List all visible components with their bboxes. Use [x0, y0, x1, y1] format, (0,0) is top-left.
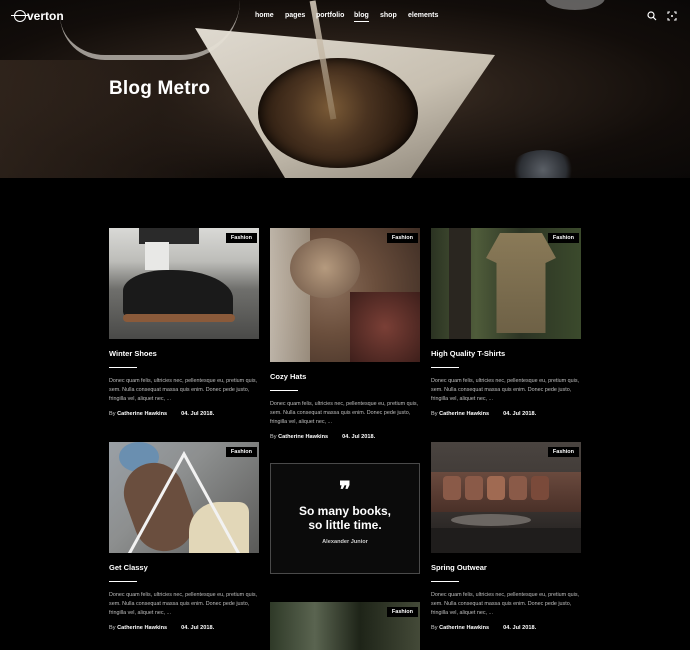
nav-portfolio[interactable]: portfolio [316, 12, 344, 19]
post-card[interactable]: Fashion Get Classy Donec quam felis, ult… [109, 442, 259, 631]
post-meta: By Catherine Hawkins 04. Jul 2018. [109, 411, 215, 418]
post-image[interactable]: Fashion [431, 442, 581, 553]
divider [109, 367, 137, 368]
hero-glass [510, 150, 576, 178]
post-author[interactable]: Catherine Hawkins [439, 411, 489, 417]
category-badge[interactable]: Fashion [386, 607, 418, 617]
nav-home[interactable]: home [255, 12, 274, 19]
triangle-graphic [127, 450, 241, 553]
quote-card: ❞ So many books, so little time. Alexand… [270, 463, 420, 574]
nav-blog[interactable]: blog [354, 12, 369, 22]
post-date[interactable]: 04. Jul 2018. [503, 625, 536, 631]
site-logo[interactable]: verton [11, 9, 64, 23]
post-date[interactable]: 04. Jul 2018. [342, 434, 375, 440]
category-badge[interactable]: Fashion [225, 233, 257, 243]
post-image[interactable]: Fashion [109, 442, 259, 553]
divider [431, 581, 459, 582]
post-excerpt: Donec quam felis, ultricies nec, pellent… [109, 592, 258, 616]
post-author[interactable]: Catherine Hawkins [117, 625, 167, 631]
category-badge[interactable]: Fashion [547, 447, 579, 457]
post-author[interactable]: Catherine Hawkins [278, 434, 328, 440]
post-image[interactable]: Fashion [270, 228, 420, 362]
nav-elements[interactable]: elements [408, 12, 438, 19]
post-date[interactable]: 04. Jul 2018. [503, 411, 536, 417]
expand-icon[interactable] [667, 11, 677, 21]
post-title[interactable]: Winter Shoes [109, 349, 259, 358]
nav-shop[interactable]: shop [380, 12, 397, 19]
hero-banner: Blog Metro [0, 0, 690, 178]
nav-pages[interactable]: pages [285, 12, 305, 19]
post-author[interactable]: Catherine Hawkins [117, 411, 167, 417]
quote-icon: ❞ [339, 477, 351, 503]
divider [270, 390, 298, 391]
post-author[interactable]: Catherine Hawkins [439, 625, 489, 631]
quote-author: Alexander Junior [322, 539, 368, 545]
page-title: Blog Metro [109, 78, 211, 99]
search-icon[interactable] [647, 11, 657, 21]
post-title[interactable]: Cozy Hats [270, 372, 420, 381]
post-card[interactable]: Fashion Winter Shoes Donec quam felis, u… [109, 228, 259, 417]
logo-o-icon [11, 10, 29, 22]
post-card[interactable]: Fashion High Quality T-Shirts Donec quam… [431, 228, 581, 417]
post-title[interactable]: Get Classy [109, 563, 259, 572]
post-meta: By Catherine Hawkins 04. Jul 2018. [431, 411, 537, 418]
category-badge[interactable]: Fashion [547, 233, 579, 243]
post-excerpt: Donec quam felis, ultricies nec, pellent… [431, 592, 580, 616]
post-title[interactable]: High Quality T-Shirts [431, 349, 581, 358]
post-card[interactable]: Fashion Spring Outwear Donec quam felis,… [431, 442, 581, 631]
post-image[interactable]: Fashion [270, 602, 420, 650]
post-card[interactable]: Fashion [270, 602, 420, 650]
post-meta: By Catherine Hawkins 04. Jul 2018. [431, 625, 537, 632]
divider [109, 581, 137, 582]
post-image[interactable]: Fashion [431, 228, 581, 339]
post-date[interactable]: 04. Jul 2018. [181, 625, 214, 631]
hero-cup [545, 0, 605, 10]
divider [431, 367, 459, 368]
post-excerpt: Donec quam felis, ultricies nec, pellent… [270, 401, 419, 425]
post-title[interactable]: Spring Outwear [431, 563, 581, 572]
post-image[interactable]: Fashion [109, 228, 259, 339]
post-date[interactable]: 04. Jul 2018. [181, 411, 214, 417]
post-excerpt: Donec quam felis, ultricies nec, pellent… [431, 378, 580, 402]
category-badge[interactable]: Fashion [225, 447, 257, 457]
category-badge[interactable]: Fashion [386, 233, 418, 243]
post-meta: By Catherine Hawkins 04. Jul 2018. [109, 625, 215, 632]
post-excerpt: Donec quam felis, ultricies nec, pellent… [109, 378, 258, 402]
post-card[interactable]: Fashion Cozy Hats Donec quam felis, ultr… [270, 228, 420, 440]
hero-coffee [258, 58, 418, 168]
quote-text: So many books, so little time. [298, 504, 392, 532]
post-meta: By Catherine Hawkins 04. Jul 2018. [270, 434, 376, 441]
